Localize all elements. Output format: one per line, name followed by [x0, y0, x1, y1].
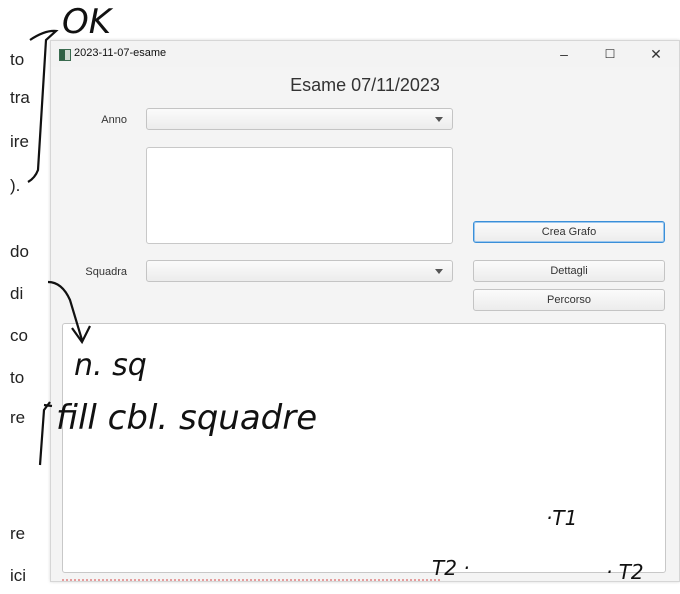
handwriting-strokes — [27, 29, 440, 581]
t2-right-annotation: · T2 — [606, 560, 644, 584]
t2-left-annotation: T2 · — [432, 556, 470, 580]
ok-annotation: OK — [62, 2, 112, 42]
t1-annotation: ·T1 — [546, 506, 578, 530]
n-sq-annotation: n. sq — [74, 348, 147, 383]
fill-squadre-annotation: fill cbl. squadre — [56, 398, 318, 438]
